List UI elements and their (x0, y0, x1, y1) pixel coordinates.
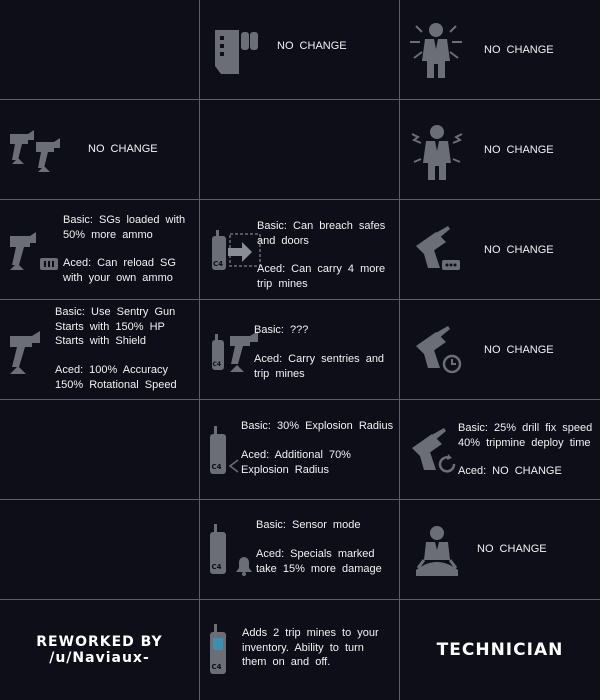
skill-r3c2-aced: Aced: Can carry 4 more trip mines (257, 263, 386, 290)
skill-r5c3-basic: Basic: 25% drill fix speed 40% tripmine … (458, 422, 593, 449)
ammo-bag-icon (210, 24, 260, 78)
skill-r3c2-basic: Basic: Can breach safes and doors (257, 220, 386, 247)
skill-r3c1-aced: Aced: Can reload SG with your own ammo (63, 257, 176, 284)
skill-r4c1[interactable]: Basic: Use Sentry Gun Starts with 150% H… (0, 300, 200, 400)
skill-r5c2-basic: Basic: 30% Explosion Radius (241, 420, 394, 432)
meditating-suit-icon (414, 524, 460, 578)
skill-r2c3[interactable]: NO CHANGE (400, 100, 600, 200)
skill-r5c1-empty (0, 400, 200, 500)
skill-r5c2[interactable]: C4 Basic: 30% Explosion Radius Aced: Add… (200, 400, 400, 500)
skill-r1c1-empty (0, 0, 200, 100)
technician-skill-tree: NO CHANGE NO CHANGE NO CHANGE NO CHANGE … (0, 0, 600, 700)
skill-r4c1-text: Basic: Use Sentry Gun Starts with 150% H… (55, 306, 177, 391)
skill-r3c2[interactable]: C4 Basic: Can breach safes and doors Ace… (200, 200, 400, 300)
c4-alarm-icon: C4 (208, 522, 254, 578)
sentry-ammo-icon (6, 226, 62, 274)
skill-r3c1-basic: Basic: SGs loaded with 50% more ammo (63, 214, 186, 241)
skill-r2c2-empty (200, 100, 400, 200)
skill-r1c3-text: NO CHANGE (484, 44, 554, 56)
skill-r3c3-text: NO CHANGE (484, 244, 554, 256)
skill-r5c2-aced: Aced: Additional 70% Explosion Radius (241, 449, 351, 476)
skill-r6c3-text: NO CHANGE (477, 543, 547, 555)
shocked-suit-icon (408, 120, 466, 182)
skill-r4c2-aced: Aced: Carry sentries and trip mines (254, 353, 385, 380)
skill-r4c3[interactable]: NO CHANGE (400, 300, 600, 400)
sentry-gun-icon (6, 326, 52, 376)
skill-r4c3-text: NO CHANGE (484, 344, 554, 356)
skill-r1c2-text: NO CHANGE (277, 40, 347, 52)
skill-r4c2-basic: Basic: ??? (254, 324, 309, 336)
svg-text:C4: C4 (212, 463, 222, 471)
skill-r3c3[interactable]: NO CHANGE (400, 200, 600, 300)
skill-r2c1[interactable]: NO CHANGE (0, 100, 200, 200)
skill-r5c3[interactable]: Basic: 25% drill fix speed 40% tripmine … (400, 400, 600, 500)
svg-text:C4: C4 (212, 563, 222, 571)
electrified-suit-icon (408, 18, 464, 80)
dual-sentry-guns-icon (6, 126, 68, 176)
reworked-by-credit: REWORKED BY /u/Naviaux- (36, 634, 163, 666)
drill-timer-icon (412, 324, 466, 376)
skill-r6c2-aced: Aced: Specials marked take 15% more dama… (256, 548, 382, 575)
c4-breach-icon: C4 (208, 228, 264, 274)
skill-r6c2-basic: Basic: Sensor mode (256, 519, 361, 531)
skill-r6c2[interactable]: C4 Basic: Sensor mode Aced: Specials mar… (200, 500, 400, 600)
skill-r1c2[interactable]: NO CHANGE (200, 0, 400, 100)
skill-r1c3[interactable]: NO CHANGE (400, 0, 600, 100)
skill-r6c1-empty (0, 500, 200, 600)
trip-mine-icon: C4 (208, 622, 230, 678)
skill-r2c3-text: NO CHANGE (484, 144, 554, 156)
drill-repair-icon (410, 426, 460, 478)
svg-text:C4: C4 (213, 260, 223, 268)
svg-text:C4: C4 (212, 663, 222, 671)
skill-r4c2[interactable]: C4 Basic: ??? Aced: Carry sentries and t… (200, 300, 400, 400)
c4-blast-icon: C4 (208, 424, 242, 478)
svg-text:C4: C4 (213, 361, 222, 368)
skill-r5c3-aced: Aced: NO CHANGE (458, 465, 562, 477)
skill-r6c3[interactable]: NO CHANGE (400, 500, 600, 600)
credit-cell: REWORKED BY /u/Naviaux- (0, 600, 200, 700)
skill-r7c2-text: Adds 2 trip mines to your inventory. Abi… (242, 627, 379, 668)
tree-title: TECHNICIAN (436, 640, 564, 660)
skill-r3c1[interactable]: Basic: SGs loaded with 50% more ammo Ace… (0, 200, 200, 300)
tree-title-cell: TECHNICIAN (400, 600, 600, 700)
skill-r7c2[interactable]: C4 Adds 2 trip mines to your inventory. … (200, 600, 400, 700)
drill-upgrade-icon (412, 224, 466, 276)
skill-r2c1-text: NO CHANGE (88, 143, 158, 155)
